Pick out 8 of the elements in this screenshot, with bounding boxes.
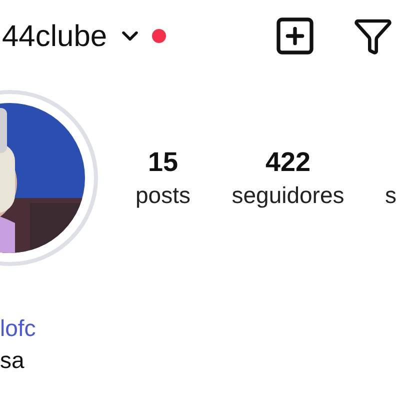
stat-count: 15 [148, 146, 178, 179]
stat-label: posts [136, 181, 190, 210]
username: 44clube [2, 18, 108, 54]
bio-link[interactable]: lofc [0, 312, 400, 344]
stat-count: 422 [265, 146, 311, 179]
bio-text: sa [0, 346, 26, 375]
stat-label: seguidores [232, 181, 344, 210]
stat-label: s [385, 181, 396, 210]
